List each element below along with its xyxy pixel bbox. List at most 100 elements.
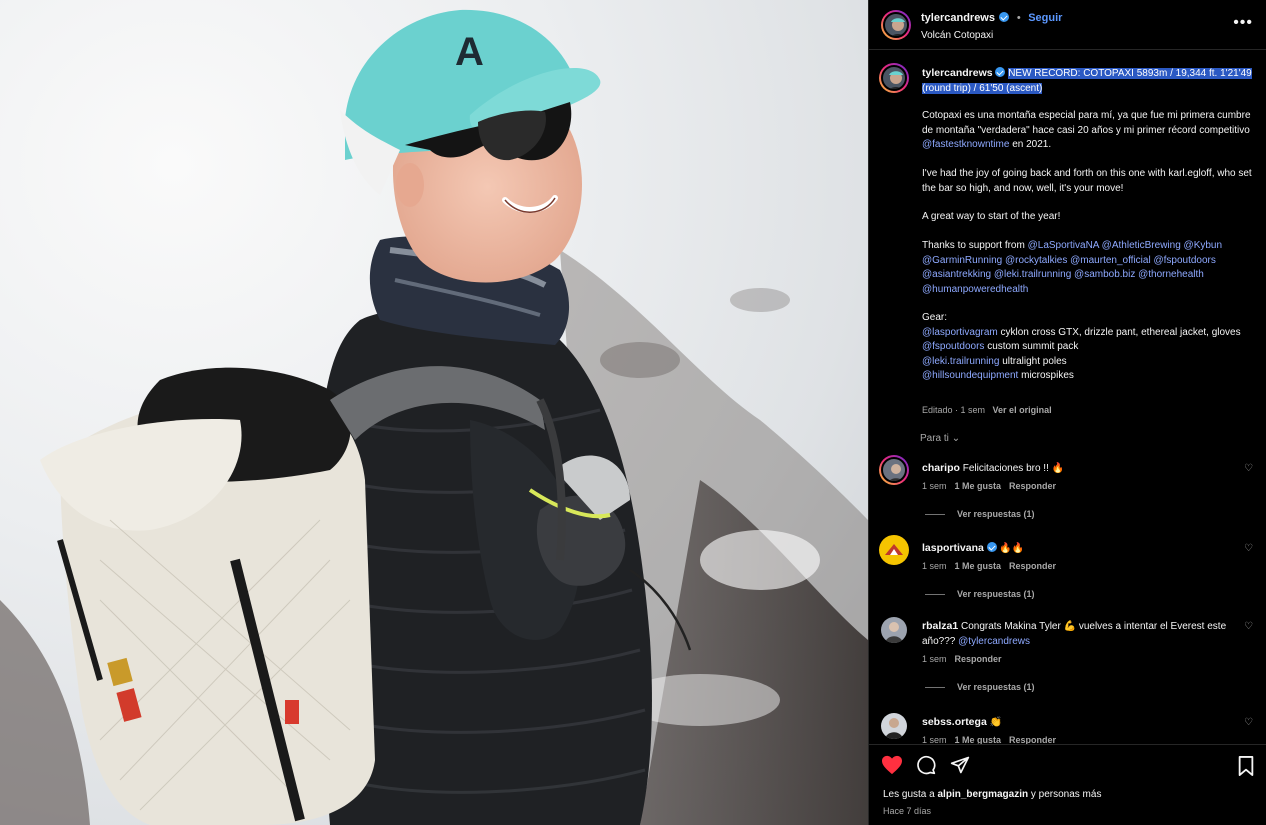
comment-likes[interactable]: 1 Me gusta: [955, 481, 1002, 491]
view-replies-button[interactable]: Ver respuestas (1): [925, 509, 1035, 519]
bookmark-icon[interactable]: [1237, 756, 1255, 776]
comment-username[interactable]: sebss.ortega: [922, 716, 987, 728]
caption-p1-text: Cotopaxi es una montaña especial para mí…: [922, 110, 1251, 136]
verified-badge-icon: [999, 12, 1010, 22]
post-actions-bar: Les gusta a alpin_bergmagazin y personas…: [869, 744, 1266, 825]
caption-headline-block: tylercandrews NEW RECORD: COTOPAXI 5893m…: [922, 66, 1252, 96]
comment-time: 1 sem: [922, 735, 947, 744]
comment-meta: 1 sem 1 Me gusta Responder: [922, 561, 1064, 571]
post-location[interactable]: Volcán Cotopaxi: [921, 30, 1062, 41]
gear-item: @lasportivagram cyklon cross GTX, drizzl…: [922, 326, 1252, 341]
for-you-filter[interactable]: Para ti ⌄: [920, 433, 960, 444]
mention-link[interactable]: @lasportivagram: [922, 327, 998, 338]
comment-like-icon[interactable]: ♡: [1244, 463, 1253, 474]
comment-meta: 1 sem 1 Me gusta Responder: [922, 481, 1064, 491]
comment-like-icon[interactable]: ♡: [1244, 717, 1253, 728]
gear-item-text: microspikes: [1021, 370, 1074, 381]
comment-icon[interactable]: [915, 755, 937, 775]
comment-item: charipo Felicitaciones bro !! 🔥 1 sem 1 M…: [879, 455, 1257, 525]
see-original-link[interactable]: Ver el original: [993, 405, 1052, 415]
svg-text:A: A: [455, 30, 484, 74]
post-photo[interactable]: A: [0, 0, 868, 825]
author-avatar-ring[interactable]: [881, 9, 911, 40]
comment-avatar-ring[interactable]: [879, 455, 909, 485]
comment-likes[interactable]: 1 Me gusta: [955, 561, 1002, 571]
caption-paragraph-4: Thanks to support from @LaSportivaNA @At…: [922, 239, 1252, 297]
likes-suffix: y personas más: [1030, 789, 1102, 800]
comment-avatar[interactable]: [881, 457, 907, 483]
comment-text: sebss.ortega 👏: [922, 715, 1237, 730]
caption-avatar-ring[interactable]: [879, 63, 909, 93]
post-header: tylercandrews • Seguir Volcán Cotopaxi •…: [869, 0, 1266, 50]
reply-button[interactable]: Responder: [1009, 735, 1056, 744]
comment-item: lasportivana 🔥🔥 1 sem 1 Me gusta Responder…: [879, 535, 1257, 605]
gear-title: Gear:: [922, 312, 948, 323]
comment-text: charipo Felicitaciones bro !! 🔥: [922, 461, 1237, 476]
comment-avatar[interactable]: [879, 535, 909, 565]
caption-paragraph-2: I've had the joy of going back and forth…: [922, 168, 1252, 194]
comment-username[interactable]: rbalza1: [922, 620, 958, 632]
gear-item: @hillsoundequipment microspikes: [922, 369, 1252, 384]
gear-item: @fspoutdoors custom summit pack: [922, 340, 1252, 355]
author-username[interactable]: tylercandrews: [921, 12, 995, 24]
comment-like-icon[interactable]: ♡: [1244, 621, 1253, 632]
mention-link[interactable]: @tylercandrews: [958, 636, 1030, 647]
post-detail-panel: tylercandrews • Seguir Volcán Cotopaxi •…: [868, 0, 1266, 825]
more-options-icon[interactable]: •••: [1233, 14, 1253, 32]
reply-button[interactable]: Responder: [955, 654, 1002, 664]
comment-avatar[interactable]: [881, 713, 907, 739]
gear-item-text: custom summit pack: [987, 341, 1079, 352]
caption-meta: Editado · 1 sem Ver el original: [922, 403, 1252, 418]
comment-body: 👏: [989, 717, 1003, 728]
comment-likes[interactable]: 1 Me gusta: [955, 735, 1002, 744]
comment-text: lasportivana 🔥🔥: [922, 541, 1237, 556]
edited-label: Editado · 1 sem: [922, 405, 986, 415]
comment-body: 🔥🔥: [999, 543, 1025, 554]
comment-meta: 1 sem 1 Me gusta Responder: [922, 735, 1064, 744]
mention-link[interactable]: @hillsoundequipment: [922, 370, 1018, 381]
gear-item-text: cyklon cross GTX, drizzle pant, ethereal…: [1000, 326, 1241, 338]
author-avatar[interactable]: [883, 11, 909, 38]
likes-summary[interactable]: Les gusta a alpin_bergmagazin y personas…: [883, 789, 1101, 800]
follow-button[interactable]: Seguir: [1028, 12, 1062, 24]
caption-gear-block: Gear: @lasportivagram cyklon cross GTX, …: [922, 311, 1252, 384]
caption-username[interactable]: tylercandrews: [922, 67, 993, 79]
comment-body: Felicitaciones bro !! 🔥: [962, 463, 1065, 474]
comment-time: 1 sem: [922, 481, 947, 491]
comment-item: rbalza1 Congrats Makina Tyler 💪 vuelves …: [879, 613, 1257, 693]
comment-avatar[interactable]: [881, 617, 907, 643]
mention-link[interactable]: @fastestknowntime: [922, 139, 1009, 150]
caption-p4-text: Thanks to support from: [922, 240, 1025, 251]
separator-dot: •: [1016, 12, 1021, 24]
caption-p1-tail: en 2021.: [1012, 139, 1052, 150]
view-replies-button[interactable]: Ver respuestas (1): [925, 589, 1035, 599]
comments-scroll-area[interactable]: tylercandrews NEW RECORD: COTOPAXI 5893m…: [869, 51, 1266, 744]
gear-item-text: ultralight poles: [1002, 355, 1067, 367]
verified-badge-icon: [986, 542, 997, 552]
chevron-down-icon: ⌄: [951, 433, 961, 444]
comment-time: 1 sem: [922, 654, 947, 664]
comment-like-icon[interactable]: ♡: [1244, 543, 1253, 554]
comment-username[interactable]: lasportivana: [922, 542, 984, 554]
climber-illustration: A: [0, 9, 868, 825]
gear-item: @leki.trailrunning ultralight poles: [922, 355, 1252, 370]
likes-user-link[interactable]: alpin_bergmagazin: [938, 789, 1029, 800]
comment-meta: 1 sem Responder: [922, 654, 1010, 664]
comment-item: sebss.ortega 👏 1 sem 1 Me gusta Responder …: [879, 709, 1257, 744]
mention-link[interactable]: @fspoutdoors: [922, 341, 984, 352]
caption-paragraph-3: A great way to start of the year!: [922, 211, 1061, 222]
reply-button[interactable]: Responder: [1009, 481, 1056, 491]
likes-prefix: Les gusta a: [883, 789, 935, 800]
caption-paragraph-1: Cotopaxi es una montaña especial para mí…: [922, 109, 1252, 153]
caption-avatar[interactable]: [881, 65, 907, 91]
comment-text: rbalza1 Congrats Makina Tyler 💪 vuelves …: [922, 619, 1237, 649]
like-heart-icon[interactable]: [881, 755, 903, 775]
view-replies-button[interactable]: Ver respuestas (1): [925, 682, 1035, 692]
share-send-icon[interactable]: [949, 755, 971, 775]
verified-badge-icon: [995, 67, 1006, 77]
mention-link[interactable]: @leki.trailrunning: [922, 356, 999, 367]
reply-button[interactable]: Responder: [1009, 561, 1056, 571]
comment-time: 1 sem: [922, 561, 947, 571]
comment-username[interactable]: charipo: [922, 462, 960, 474]
for-you-label: Para ti: [920, 433, 949, 444]
